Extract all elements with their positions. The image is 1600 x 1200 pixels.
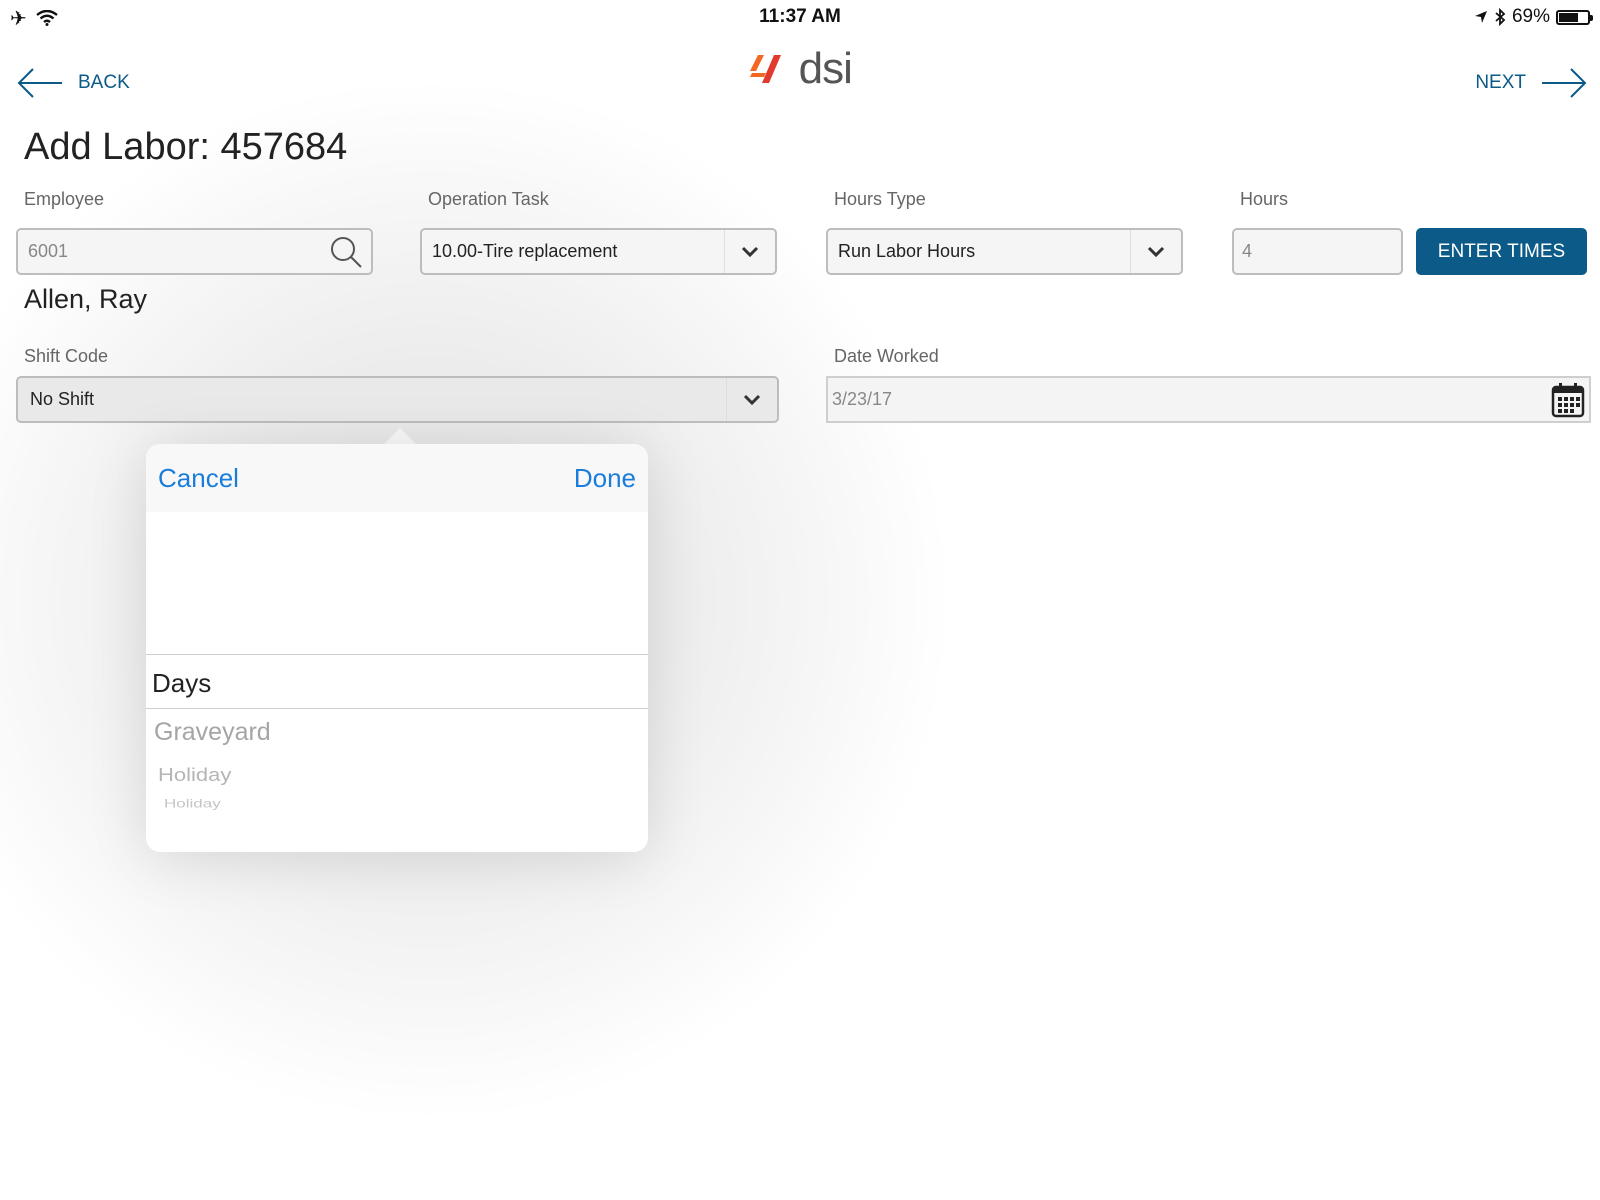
employee-label: Employee: [24, 189, 105, 209]
enter-times-button[interactable]: ENTER TIMES: [1416, 228, 1587, 275]
hours-label: Hours: [1240, 189, 1289, 209]
hours-type-label: Hours Type: [834, 189, 926, 209]
picker-option-selected[interactable]: Days: [152, 668, 211, 699]
next-label: NEXT: [1475, 72, 1526, 93]
cancel-button[interactable]: Cancel: [158, 463, 239, 494]
hours-type-select[interactable]: Run Labor Hours: [826, 228, 1183, 275]
picker-option[interactable]: Holiday: [158, 764, 231, 786]
date-worked-field[interactable]: 3/23/17: [826, 376, 1591, 423]
battery-percentage: 69%: [1511, 6, 1550, 27]
calendar-icon[interactable]: [1551, 382, 1585, 418]
bluetooth-icon: [1495, 8, 1506, 26]
picker-option[interactable]: Holiday: [164, 797, 221, 811]
picker-toolbar: Cancel Done: [146, 444, 648, 512]
employee-value: 6001: [28, 241, 69, 261]
logo-text: dsi: [798, 44, 853, 93]
operation-task-value: 10.00-Tire replacement: [432, 241, 618, 261]
operation-task-select[interactable]: 10.00-Tire replacement: [420, 228, 777, 275]
date-worked-label: Date Worked: [834, 346, 939, 366]
dsi-logo: dsi: [0, 44, 1600, 94]
location-arrow-icon: [1474, 11, 1487, 23]
search-icon[interactable]: [329, 235, 363, 269]
chevron-down-icon: [724, 230, 775, 273]
picker-selection-top-line: [146, 654, 648, 655]
picker-option[interactable]: Graveyard: [154, 718, 271, 747]
employee-name: Allen, Ray: [24, 284, 148, 314]
arrow-right-icon: [1542, 68, 1587, 98]
status-time: 11:37 AM: [759, 6, 841, 27]
shift-picker-popover: Cancel Done Days Graveyard Holiday Holid…: [146, 444, 648, 852]
chevron-down-icon: [726, 378, 777, 421]
status-right: 69%: [1474, 6, 1593, 28]
next-button[interactable]: NEXT: [1475, 66, 1588, 100]
hours-input[interactable]: 4: [1232, 228, 1403, 275]
shift-code-label: Shift Code: [24, 346, 109, 366]
hours-value: 4: [1242, 241, 1253, 261]
date-worked-value: 3/23/17: [832, 389, 893, 409]
chevron-down-icon: [1130, 230, 1181, 273]
hours-type-value: Run Labor Hours: [838, 241, 976, 261]
picker-selection-bottom-line: [146, 708, 648, 709]
page-title: Add Labor: 457684: [24, 126, 348, 168]
done-button[interactable]: Done: [574, 463, 636, 494]
shift-code-select[interactable]: No Shift: [16, 376, 779, 423]
employee-field[interactable]: 6001: [16, 228, 373, 275]
battery-icon: [1556, 9, 1593, 25]
shift-picker-wheel[interactable]: Days Graveyard Holiday Holiday: [146, 512, 648, 852]
shift-code-value: No Shift: [30, 389, 95, 409]
operation-task-label: Operation Task: [428, 189, 549, 209]
